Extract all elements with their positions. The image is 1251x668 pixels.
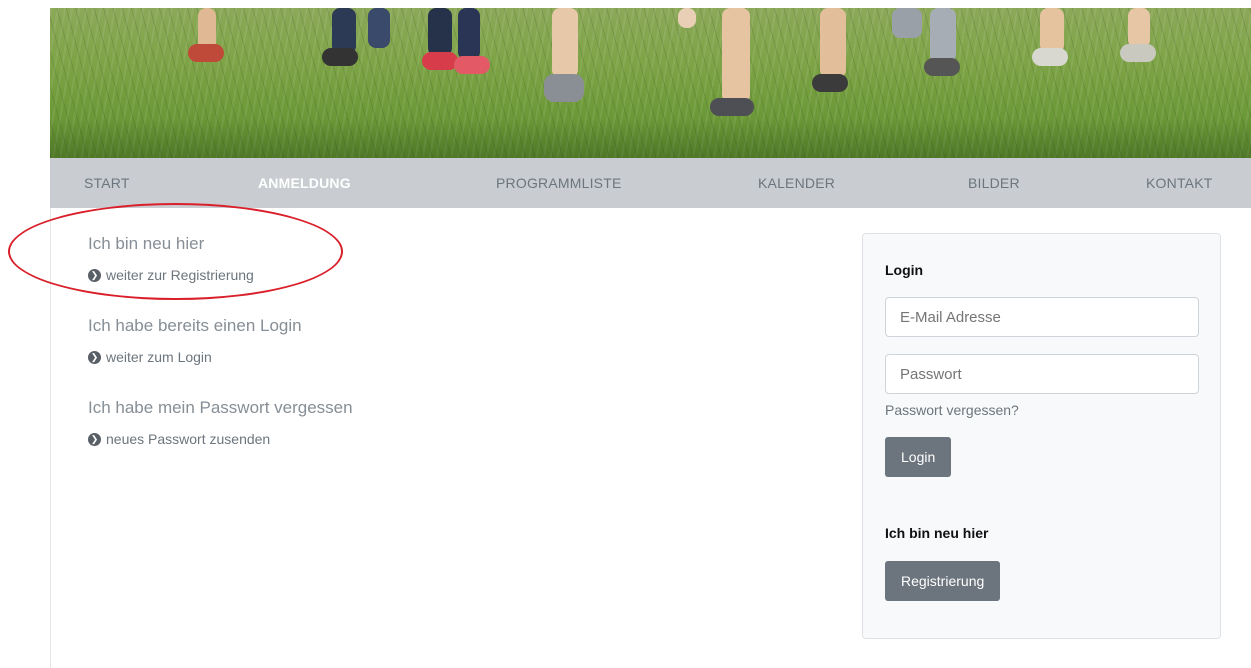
- nav-item-start[interactable]: START: [84, 158, 130, 208]
- main-navigation: START ANMELDUNG PROGRAMMLISTE KALENDER B…: [50, 158, 1251, 208]
- new-user-heading: Ich bin neu hier: [885, 525, 989, 541]
- login-card: Login Passwort vergessen? Login Ich bin …: [862, 233, 1221, 639]
- annotation-highlight-ellipse: [8, 203, 343, 300]
- nav-item-kontakt[interactable]: KONTAKT: [1146, 158, 1212, 208]
- register-button[interactable]: Registrierung: [885, 561, 1001, 601]
- nav-item-programmliste[interactable]: PROGRAMMLISTE: [496, 158, 622, 208]
- email-input[interactable]: [885, 297, 1199, 337]
- login-link[interactable]: ❯ weiter zum Login: [88, 348, 302, 366]
- chevron-right-circle-icon: ❯: [88, 350, 101, 364]
- option-existing-login: Ich habe bereits einen Login ❯ weiter zu…: [88, 316, 302, 366]
- forgot-password-link[interactable]: Passwort vergessen?: [885, 402, 1019, 418]
- login-heading: Login: [885, 262, 924, 278]
- hero-image: [50, 8, 1251, 158]
- option-title: Ich habe mein Passwort vergessen: [88, 398, 353, 417]
- nav-item-bilder[interactable]: BILDER: [968, 158, 1020, 208]
- send-password-link[interactable]: ❯ neues Passwort zusenden: [88, 430, 353, 448]
- option-title: Ich habe bereits einen Login: [88, 316, 302, 335]
- login-link-label: weiter zum Login: [106, 349, 212, 365]
- nav-item-anmeldung[interactable]: ANMELDUNG: [258, 158, 351, 208]
- login-button[interactable]: Login: [885, 437, 952, 477]
- chevron-right-circle-icon: ❯: [88, 432, 101, 446]
- option-forgot-password: Ich habe mein Passwort vergessen ❯ neues…: [88, 398, 353, 448]
- nav-item-kalender[interactable]: KALENDER: [758, 158, 835, 208]
- send-password-link-label: neues Passwort zusenden: [106, 431, 271, 447]
- password-input[interactable]: [885, 354, 1199, 394]
